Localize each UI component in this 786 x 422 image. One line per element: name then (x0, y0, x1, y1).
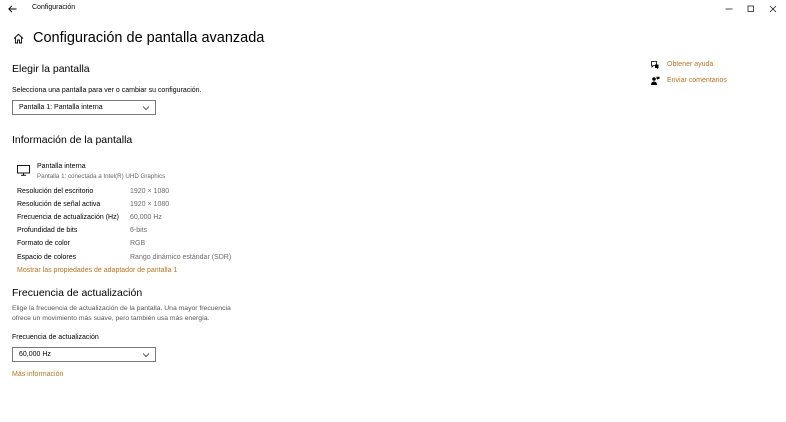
feedback-person-icon (651, 76, 660, 85)
close-icon (769, 5, 777, 12)
monitor-name: Pantalla interna (37, 163, 86, 170)
maximize-icon (747, 5, 754, 12)
home-button[interactable] (12, 32, 24, 44)
info-value: 1920 × 1080 (130, 201, 170, 208)
refresh-rate-select[interactable]: 60,000 Hz (12, 347, 156, 362)
info-value: Rango dinámico estándar (SDR) (130, 254, 232, 261)
chevron-down-icon (142, 106, 150, 111)
adapter-properties-link[interactable]: Mostrar las propiedades de adaptador de … (17, 267, 177, 274)
help-chat-icon (651, 61, 659, 70)
choose-display-heading: Elegir la pantalla (12, 63, 90, 75)
refresh-rate-description-line: ofrece un movimiento más suave, pero tam… (12, 315, 210, 322)
refresh-rate-label: Frecuencia de actualización (12, 334, 99, 341)
refresh-rate-description-line: Elige la frecuencia de actualización de … (12, 305, 231, 312)
display-select-value: Pantalla 1: Pantalla interna (19, 104, 103, 111)
chevron-down-icon (142, 353, 150, 358)
page-header: Configuración de pantalla avanzada (12, 28, 264, 48)
get-help-label[interactable]: Obtener ayuda (667, 61, 713, 68)
more-info-link[interactable]: Más información (12, 371, 63, 378)
monitor-adapter: Pantalla 1: conectada a Intel(R) UHD Gra… (37, 173, 166, 180)
close-button[interactable] (762, 1, 784, 16)
refresh-rate-heading: Frecuencia de actualización (12, 287, 143, 299)
maximize-button[interactable] (740, 1, 762, 16)
window-title: Configuración (32, 4, 76, 11)
page-title: Configuración de pantalla avanzada (33, 30, 265, 46)
info-value: 6-bits (130, 227, 148, 234)
info-value: 60,000 Hz (130, 214, 162, 221)
info-label: Profundidad de bits (17, 227, 78, 234)
monitor-icon (17, 165, 30, 176)
minimize-button[interactable] (718, 1, 740, 16)
choose-display-description: Selecciona una pantalla para ver o cambi… (12, 87, 202, 94)
info-label: Espacio de colores (17, 254, 77, 261)
info-label: Frecuencia de actualización (Hz) (17, 214, 119, 221)
minimize-icon (725, 8, 733, 9)
back-button[interactable] (4, 2, 20, 16)
send-feedback-label[interactable]: Enviar comentarios (667, 77, 727, 84)
info-label: Resolución de señal activa (17, 201, 101, 208)
info-label: Resolución del escritorio (17, 188, 94, 195)
refresh-rate-description: Elige la frecuencia de actualización de … (12, 304, 272, 324)
home-icon (13, 33, 23, 43)
info-label: Formato de color (17, 240, 70, 247)
info-value: 1920 × 1080 (130, 188, 170, 195)
refresh-rate-select-value: 60,000 Hz (19, 351, 51, 358)
back-arrow-icon (7, 5, 16, 13)
title-bar: Configuración (0, 0, 786, 18)
display-info-heading: Información de la pantalla (12, 134, 133, 146)
display-select[interactable]: Pantalla 1: Pantalla interna (12, 100, 156, 115)
info-value: RGB (130, 240, 146, 247)
